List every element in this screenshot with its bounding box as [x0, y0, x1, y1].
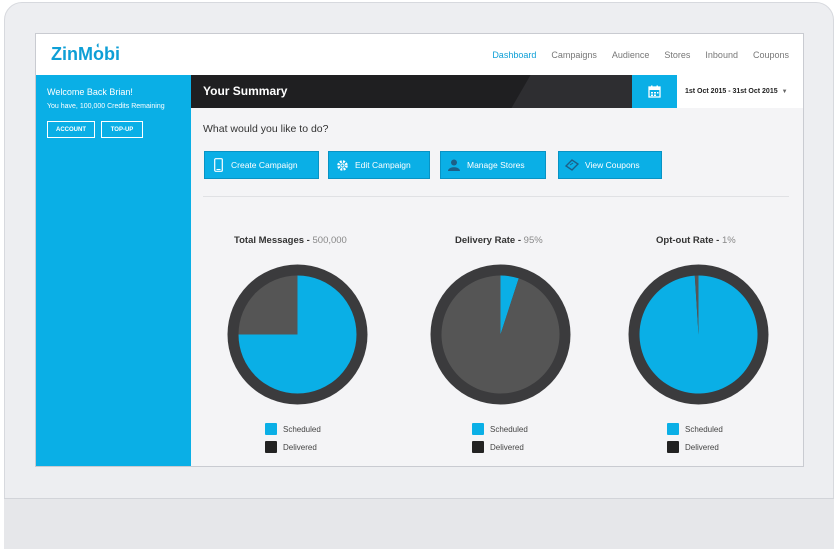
nav-dashboard[interactable]: Dashboard — [492, 50, 536, 60]
legend-swatch-delivered — [667, 441, 679, 453]
top-navbar: ZinMobi ◐ Dashboard Campaigns Audience S… — [36, 34, 803, 75]
view-coupons-label: View Coupons — [585, 160, 640, 170]
legend-scheduled: Scheduled — [265, 423, 321, 435]
legend-label-delivered: Delivered — [685, 442, 719, 452]
gear-icon — [329, 159, 355, 172]
date-range-value: 1st Oct 2015 - 31st Oct 2015 — [685, 88, 778, 95]
legend-swatch-delivered — [472, 441, 484, 453]
manage-stores-label: Manage Stores — [467, 160, 525, 170]
calendar-button[interactable] — [632, 75, 677, 108]
logo-text: ZinMobi — [51, 44, 120, 64]
pie-slice-delivered — [441, 275, 560, 394]
chart-value-text: 500,000 — [312, 235, 347, 246]
chart-title-total-messages: Total Messages - 500,000 — [234, 235, 347, 246]
credits-text: You have, 100,000 Credits Remaining — [47, 103, 165, 110]
topup-button[interactable]: TOP-UP — [101, 121, 143, 138]
pie-chart-total-messages — [227, 264, 368, 405]
legend-delivered: Delivered — [265, 441, 317, 453]
user-icon — [441, 159, 467, 171]
chart-title-optout-rate: Opt-out Rate - 1% — [656, 235, 736, 246]
legend-label-scheduled: Scheduled — [685, 424, 723, 434]
account-button[interactable]: ACCOUNT — [47, 121, 95, 138]
calendar-icon — [648, 85, 661, 98]
phone-icon — [205, 158, 231, 172]
signal-icon: ◐ — [96, 40, 102, 50]
header-sheen — [511, 75, 632, 108]
pie-slice-delivered — [238, 275, 298, 335]
legend-label-delivered: Delivered — [490, 442, 524, 452]
legend-label-scheduled: Scheduled — [283, 424, 321, 434]
legend-swatch-scheduled — [472, 423, 484, 435]
legend-delivered: Delivered — [472, 441, 524, 453]
legend-delivered: Delivered — [667, 441, 719, 453]
chart-title-text: Total Messages — [234, 235, 305, 246]
nav-inbound[interactable]: Inbound — [705, 50, 738, 60]
create-campaign-button[interactable]: Create Campaign — [204, 151, 319, 179]
chart-title-text: Delivery Rate — [455, 235, 516, 246]
legend-label-delivered: Delivered — [283, 442, 317, 452]
edit-campaign-label: Edit Campaign — [355, 160, 411, 170]
legend-scheduled: Scheduled — [667, 423, 723, 435]
nav-coupons[interactable]: Coupons — [753, 50, 789, 60]
legend-swatch-scheduled — [265, 423, 277, 435]
welcome-text: Welcome Back Brian! — [47, 87, 133, 97]
view-coupons-button[interactable]: View Coupons — [558, 151, 662, 179]
pie-chart-optout-rate — [628, 264, 769, 405]
device-bezel-bottom — [4, 498, 834, 549]
chart-value-text: 1% — [721, 235, 736, 246]
summary-header: Your Summary — [191, 75, 632, 108]
main-nav: Dashboard Campaigns Audience Stores Inbo… — [492, 50, 789, 60]
page-title: Your Summary — [203, 84, 288, 98]
logo[interactable]: ZinMobi ◐ — [51, 40, 120, 65]
nav-stores[interactable]: Stores — [664, 50, 690, 60]
sidebar: Welcome Back Brian! You have, 100,000 Cr… — [36, 75, 191, 466]
pie-chart-delivery-rate — [430, 264, 571, 405]
section-divider — [203, 196, 789, 197]
chart-title-text: Opt-out Rate — [656, 235, 714, 246]
nav-campaigns[interactable]: Campaigns — [551, 50, 597, 60]
chart-title-delivery-rate: Delivery Rate - 95% — [455, 235, 543, 246]
chart-value-text: 95% — [523, 235, 543, 246]
nav-audience[interactable]: Audience — [612, 50, 650, 60]
legend-label-scheduled: Scheduled — [490, 424, 528, 434]
app-screen: ZinMobi ◐ Dashboard Campaigns Audience S… — [35, 33, 804, 467]
create-campaign-label: Create Campaign — [231, 160, 298, 170]
legend-swatch-scheduled — [667, 423, 679, 435]
chevron-down-icon: ▼ — [781, 88, 788, 95]
ticket-icon — [559, 159, 585, 171]
legend-swatch-delivered — [265, 441, 277, 453]
edit-campaign-button[interactable]: Edit Campaign — [328, 151, 430, 179]
action-prompt: What would you like to do? — [203, 123, 329, 135]
date-range-select[interactable]: 1st Oct 2015 - 31st Oct 2015 ▼ — [677, 75, 803, 108]
manage-stores-button[interactable]: Manage Stores — [440, 151, 546, 179]
legend-scheduled: Scheduled — [472, 423, 528, 435]
